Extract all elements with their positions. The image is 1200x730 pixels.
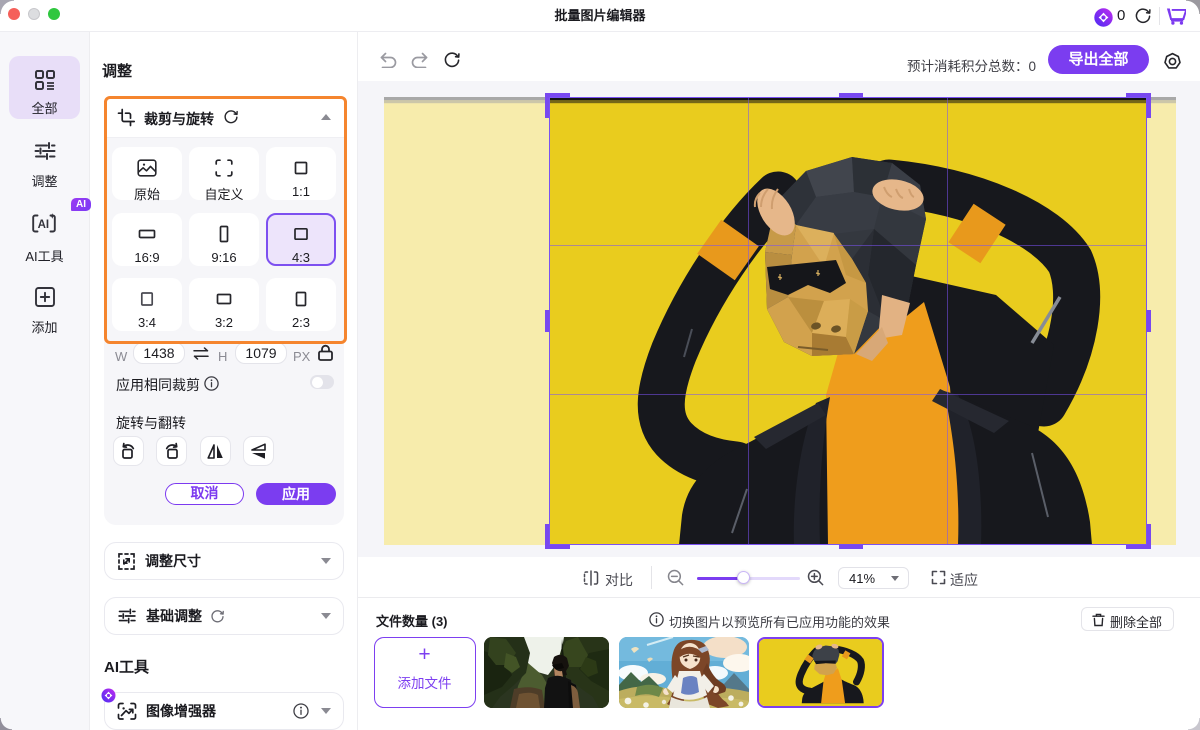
svg-text:AI: AI — [37, 219, 49, 231]
